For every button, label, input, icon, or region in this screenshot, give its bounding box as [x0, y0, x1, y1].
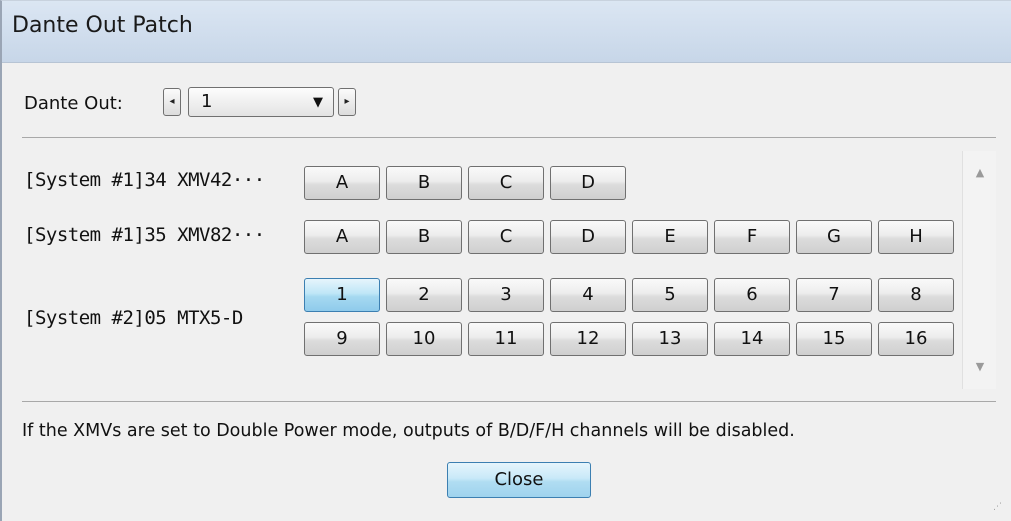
patch-button[interactable]: D	[550, 220, 626, 254]
device-label: [System #2]05 MTX5-D	[24, 307, 243, 329]
resize-grip-icon[interactable]: ⋰	[993, 503, 1005, 515]
patch-button[interactable]: 8	[878, 278, 954, 312]
patch-button[interactable]: 10	[386, 322, 462, 356]
device-label: [System #1]34 XMV42···	[24, 169, 265, 191]
window-title: Dante Out Patch	[12, 13, 193, 38]
dante-out-label: Dante Out:	[24, 93, 123, 114]
patch-button[interactable]: 6	[714, 278, 790, 312]
next-arrow-button[interactable]: ▸	[338, 88, 356, 116]
patch-button[interactable]: 11	[468, 322, 544, 356]
patch-button[interactable]: C	[468, 220, 544, 254]
patch-button[interactable]: D	[550, 166, 626, 200]
scroll-up-icon[interactable]: ▲	[963, 159, 997, 187]
dante-out-value: 1	[201, 91, 213, 112]
patch-button[interactable]: G	[796, 220, 872, 254]
notice-text: If the XMVs are set to Double Power mode…	[22, 421, 795, 441]
patch-button[interactable]: A	[304, 220, 380, 254]
patch-button[interactable]: 4	[550, 278, 626, 312]
patch-button[interactable]: 12	[550, 322, 626, 356]
patch-button[interactable]: E	[632, 220, 708, 254]
patch-button[interactable]: 15	[796, 322, 872, 356]
chevron-down-icon: ▼	[313, 95, 323, 110]
patch-button[interactable]: 16	[878, 322, 954, 356]
patch-button[interactable]: 2	[386, 278, 462, 312]
vertical-scrollbar[interactable]: ▲ ▼	[962, 151, 996, 389]
patch-button[interactable]: 7	[796, 278, 872, 312]
title-bar[interactable]: Dante Out Patch	[2, 1, 1011, 63]
patch-button[interactable]: 3	[468, 278, 544, 312]
dante-out-select[interactable]: 1 ▼	[188, 87, 334, 117]
right-arrow-icon: ▸	[344, 96, 350, 107]
divider-top	[22, 137, 996, 138]
patch-button[interactable]: A	[304, 166, 380, 200]
patch-button[interactable]: B	[386, 166, 462, 200]
patch-button[interactable]: C	[468, 166, 544, 200]
prev-arrow-button[interactable]: ◂	[163, 88, 181, 116]
divider-bottom	[22, 401, 996, 402]
patch-button[interactable]: 14	[714, 322, 790, 356]
patch-button[interactable]: 5	[632, 278, 708, 312]
close-button[interactable]: Close	[447, 462, 591, 498]
patch-button[interactable]: H	[878, 220, 954, 254]
patch-button[interactable]: F	[714, 220, 790, 254]
patch-button-selected[interactable]: 1	[304, 278, 380, 312]
device-label: [System #1]35 XMV82···	[24, 224, 265, 246]
scroll-down-icon[interactable]: ▼	[963, 353, 997, 381]
patch-button[interactable]: B	[386, 220, 462, 254]
patch-button[interactable]: 9	[304, 322, 380, 356]
left-arrow-icon: ◂	[169, 96, 175, 107]
patch-button[interactable]: 13	[632, 322, 708, 356]
dante-out-patch-window: Dante Out Patch Dante Out: ◂ 1 ▼ ▸ [Syst…	[0, 0, 1011, 521]
